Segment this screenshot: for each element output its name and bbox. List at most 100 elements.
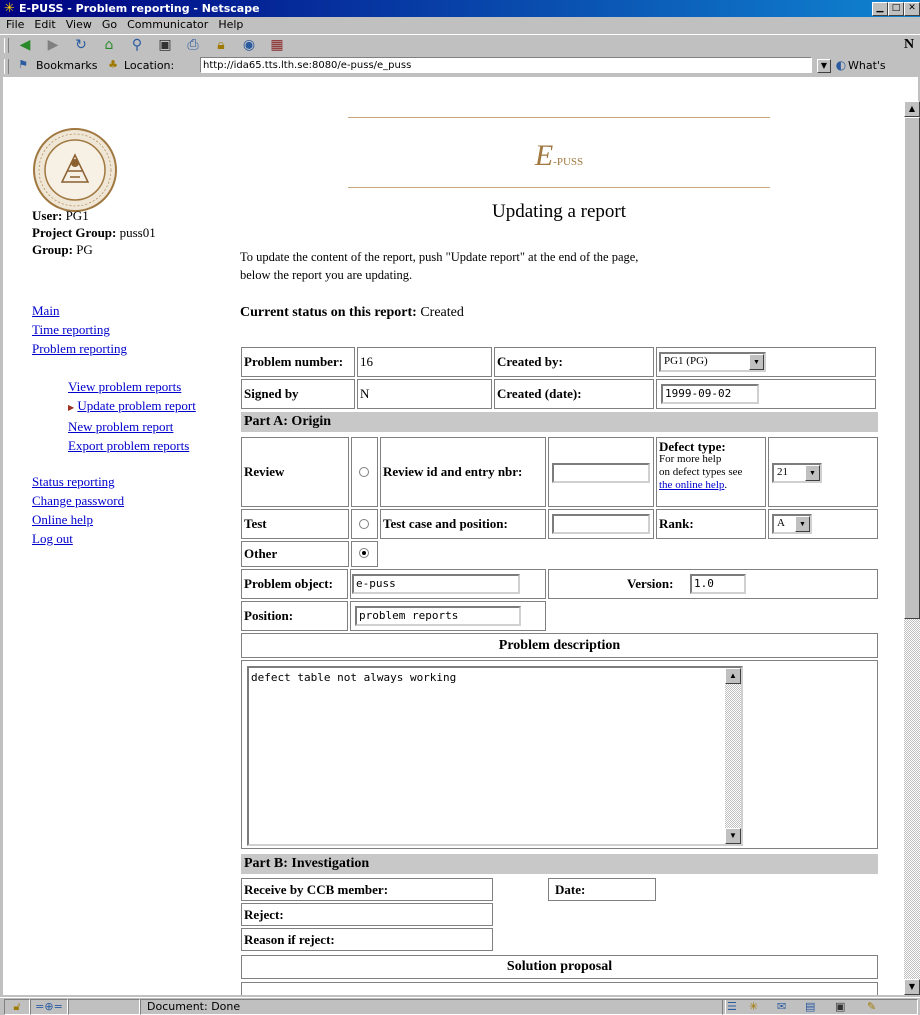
university-seal-icon bbox=[33, 128, 117, 212]
created-by-select[interactable]: PG1 (PG) ▼ bbox=[659, 352, 766, 372]
sidebar-link-problem-reporting[interactable]: Problem reporting bbox=[32, 341, 127, 356]
forward-icon[interactable]: ▶ bbox=[44, 37, 62, 53]
maximize-button[interactable]: □ bbox=[888, 2, 904, 16]
shop-icon[interactable]: ◉ bbox=[240, 37, 258, 53]
review-id-label: Review id and entry nbr: bbox=[380, 437, 546, 507]
logo-small-text: -PUSS bbox=[553, 156, 584, 168]
progress-bar bbox=[68, 999, 140, 1015]
project-group-label: Project Group: bbox=[32, 225, 117, 240]
mail-icon[interactable]: ✳ bbox=[749, 1000, 758, 1014]
menu-view[interactable]: View bbox=[66, 18, 92, 31]
sidebar-link-new-problem-report[interactable]: New problem report bbox=[68, 419, 173, 434]
version-input[interactable]: 1.0 bbox=[690, 574, 746, 594]
sidebar-link-status-reporting[interactable]: Status reporting bbox=[32, 474, 115, 489]
minimize-button[interactable]: ▁ bbox=[872, 2, 888, 16]
created-date-input[interactable]: 1999-09-02 bbox=[661, 384, 759, 404]
header-divider-bottom bbox=[348, 187, 770, 188]
home-icon[interactable]: ⌂ bbox=[100, 37, 118, 53]
review-id-input[interactable] bbox=[552, 463, 650, 483]
signed-by-customer-label: Signed by customer: bbox=[241, 379, 355, 429]
reload-icon[interactable]: ↻ bbox=[72, 37, 90, 53]
user-info: User: PG1 Project Group: puss01 Group: P… bbox=[32, 207, 156, 258]
position-label: Position: bbox=[241, 601, 348, 631]
scroll-up-icon[interactable]: ▲ bbox=[904, 101, 920, 117]
problem-object-input[interactable]: e-puss bbox=[352, 574, 520, 594]
sidebar-link-main[interactable]: Main bbox=[32, 303, 59, 318]
sidebar-link-change-password[interactable]: Change password bbox=[32, 493, 124, 508]
bookmarks-icon[interactable]: ⚑ bbox=[14, 57, 32, 73]
sidebar-link-update-problem-report[interactable]: Update problem report bbox=[77, 398, 195, 413]
defect-type-select[interactable]: 21 ▼ bbox=[772, 463, 822, 483]
review-radio[interactable] bbox=[359, 467, 369, 477]
newsgroups-icon[interactable]: ✉ bbox=[777, 1000, 786, 1014]
toolbar: ◀ ▶ ↻ ⌂ ⚲ ▣ ⎙ 🔒︎ ◉ ▦ N ⚑ Bookmarks ♣ Loc… bbox=[0, 34, 920, 92]
print-icon[interactable]: ⎙ bbox=[184, 37, 202, 53]
defect-help-line-2: on defect types see bbox=[659, 466, 743, 478]
created-by-label: Created by: bbox=[494, 347, 654, 377]
scroll-up-icon[interactable]: ▲ bbox=[725, 668, 741, 684]
sidebar-link-online-help[interactable]: Online help bbox=[32, 512, 93, 527]
bookmarks-button[interactable]: Bookmarks bbox=[36, 56, 97, 76]
logo-big-letter: E bbox=[534, 139, 554, 172]
search-icon[interactable]: ⚲ bbox=[128, 37, 146, 53]
url-field[interactable]: http://ida65.tts.lth.se:8080/e-puss/e_pu… bbox=[200, 57, 812, 73]
tools-icon[interactable]: ✎ bbox=[867, 1000, 876, 1014]
position-input[interactable]: problem reports bbox=[355, 606, 521, 626]
security-icon[interactable]: 🔒︎ bbox=[212, 37, 230, 53]
sidebar-link-log-out[interactable]: Log out bbox=[32, 531, 73, 546]
receive-by-ccb-label: Receive by CCB member: bbox=[241, 878, 493, 901]
test-radio-cell bbox=[351, 509, 378, 539]
test-radio[interactable] bbox=[359, 519, 369, 529]
back-icon[interactable]: ◀ bbox=[16, 37, 34, 53]
scroll-down-icon[interactable]: ▼ bbox=[904, 979, 920, 995]
netscape-logo-icon: N bbox=[903, 37, 915, 52]
connection-icon: =⊕= bbox=[30, 999, 68, 1015]
problem-object-label: Problem object: bbox=[241, 569, 348, 599]
reason-if-reject-label: Reason if reject: bbox=[241, 928, 493, 951]
sidebar-nav-2: Status reporting Change password Online … bbox=[32, 472, 124, 548]
status-bar: 🔓︎ =⊕= Document: Done ☰ ✳ ✉ ▤ ▣ ✎ bbox=[0, 997, 920, 1015]
toolbar-grip[interactable] bbox=[4, 38, 9, 53]
navigator-icon[interactable]: ☰ bbox=[727, 1000, 737, 1014]
review-label: Review bbox=[241, 437, 349, 507]
other-radio[interactable] bbox=[359, 548, 369, 558]
menu-communicator[interactable]: Communicator bbox=[127, 18, 208, 31]
composer-icon[interactable]: ▣ bbox=[835, 1000, 845, 1014]
signed-by-customer-value: N bbox=[357, 379, 492, 409]
online-help-link[interactable]: the online help bbox=[659, 479, 724, 491]
sidebar-link-time-reporting[interactable]: Time reporting bbox=[32, 322, 110, 337]
status-label: Current status on this report: bbox=[240, 305, 417, 320]
scroll-down-icon[interactable]: ▼ bbox=[725, 828, 741, 844]
solution-proposal-header: Solution proposal bbox=[241, 955, 878, 979]
review-id-cell bbox=[548, 437, 654, 507]
sidebar-link-view-problem-reports[interactable]: View problem reports bbox=[68, 379, 181, 394]
defect-type-select-cell: 21 ▼ bbox=[768, 437, 878, 507]
location-label: Location: bbox=[124, 59, 175, 72]
menu-help[interactable]: Help bbox=[218, 18, 243, 31]
stop-icon[interactable]: ▦ bbox=[268, 37, 286, 53]
reject-label: Reject: bbox=[241, 903, 493, 926]
sidebar-link-export-problem-reports[interactable]: Export problem reports bbox=[68, 438, 189, 453]
rank-select[interactable]: A ▼ bbox=[772, 514, 812, 534]
navigation-toolbar: ◀ ▶ ↻ ⌂ ⚲ ▣ ⎙ 🔒︎ ◉ ▦ N bbox=[0, 35, 920, 55]
problem-description-textarea[interactable]: defect table not always working ▲ ▼ bbox=[247, 666, 743, 846]
security-lock-icon[interactable]: 🔓︎ bbox=[4, 999, 30, 1015]
address-book-icon[interactable]: ▤ bbox=[805, 1000, 815, 1014]
mynetscape-icon[interactable]: ▣ bbox=[156, 37, 174, 53]
url-dropdown-icon[interactable]: ▼ bbox=[817, 59, 831, 73]
netscape-app-icon: ✳ bbox=[4, 1, 15, 16]
menu-file[interactable]: File bbox=[6, 18, 24, 31]
page-scrollbar[interactable]: ▲ ▼ bbox=[904, 101, 920, 995]
solution-proposal-cell bbox=[241, 982, 878, 995]
scrollbar-thumb[interactable] bbox=[904, 117, 920, 619]
close-button[interactable]: ✕ bbox=[904, 2, 920, 16]
problem-description-header: Problem description bbox=[241, 633, 878, 658]
textarea-scrollbar[interactable]: ▲ ▼ bbox=[725, 668, 741, 844]
other-radio-cell bbox=[351, 541, 378, 567]
menu-edit[interactable]: Edit bbox=[34, 18, 55, 31]
menu-go[interactable]: Go bbox=[102, 18, 117, 31]
status-line: Current status on this report: Created bbox=[240, 305, 464, 321]
chevron-down-icon: ▼ bbox=[795, 516, 810, 532]
toolbar-grip[interactable] bbox=[4, 59, 9, 74]
test-case-input[interactable] bbox=[552, 514, 650, 534]
